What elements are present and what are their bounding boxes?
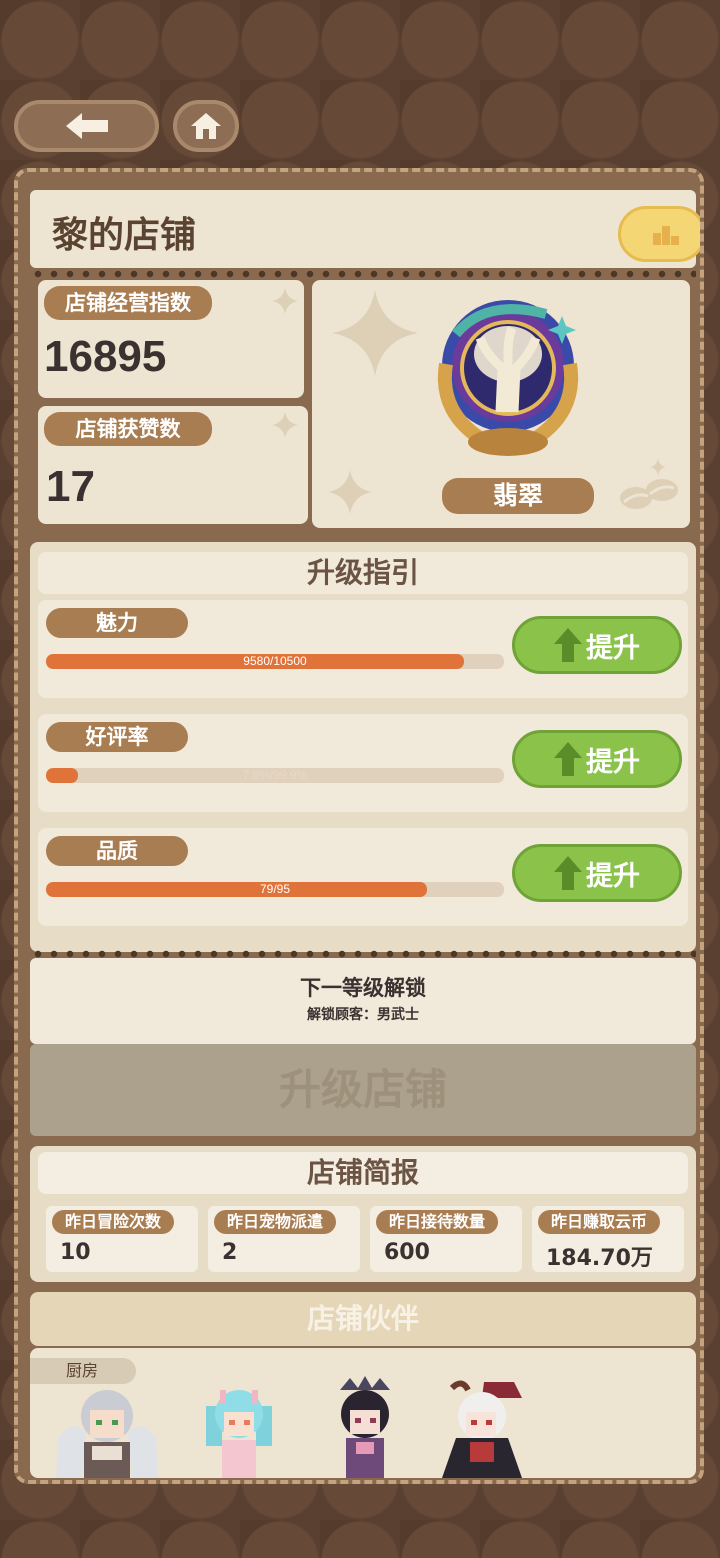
report-title: 店铺简报 [38,1152,688,1194]
horned-red-cape-girl-icon [442,1380,522,1478]
charm-upgrade-label: 提升 [586,632,640,664]
partner-avatar[interactable] [422,1368,532,1478]
likes-card: 店铺获赞数 17 [38,406,308,524]
charm-label: 魅力 [46,608,188,638]
partner-avatar[interactable] [310,1368,420,1478]
home-button[interactable] [173,100,239,152]
quality-progress-text: 79/95 [259,882,291,896]
sparkle-icon [272,288,298,314]
upgrade-guide-title: 升级指引 [38,552,688,594]
charm-progress-bar: 9580/10500 [46,654,504,669]
partners-list: 厨房 [30,1348,696,1478]
report-value: 10 [60,1240,91,1265]
arrow-up-icon [554,856,582,890]
report-value: 184.70万 [546,1246,653,1271]
rating-progress-bar: 7.0%/99.9% [46,768,504,783]
report-value: 2 [222,1240,238,1265]
quality-progress-bar: 79/95 [46,882,504,897]
emerald-badge-icon [437,300,579,456]
dotted-divider [30,950,696,958]
operating-index-value: 16895 [44,332,167,381]
dark-hair-crowned-girl-icon [340,1376,390,1478]
dotted-divider [30,270,696,278]
likes-value: 17 [46,462,95,511]
report-label: 昨日宠物派遣 [214,1210,336,1234]
report-card-reception: 昨日接待数量 600 [370,1206,522,1272]
charm-progress-text: 9580/10500 [243,654,307,668]
home-icon [191,113,221,139]
header-bar: 黎的店铺 [30,190,700,268]
sparkle-icon [272,412,298,438]
operating-index-label: 店铺经营指数 [44,286,212,320]
arrow-up-icon [554,628,582,662]
operating-index-card: 店铺经营指数 16895 [38,280,304,398]
sparkle-icon [328,470,372,514]
quality-upgrade-label: 提升 [586,860,640,892]
coffee-beans-icon [620,458,678,509]
report-value: 600 [384,1240,430,1265]
badge-name: 翡翠 [442,478,594,514]
guide-row-charm: 魅力 9580/10500 提升 [38,600,688,698]
back-button[interactable] [14,100,159,152]
partners-title: 店铺伙伴 [30,1292,696,1346]
shop-badge-card[interactable]: 翡翠 [312,280,690,528]
page-title: 黎的店铺 [52,215,197,256]
partner-avatar[interactable] [184,1368,294,1478]
rating-label: 好评率 [46,722,188,752]
unlock-title: 下一等级解锁 [300,976,426,1000]
podium-icon [653,226,679,245]
arrow-up-icon [554,742,582,776]
guide-row-quality: 品质 79/95 提升 [38,828,688,926]
quality-label: 品质 [46,836,188,866]
report-card-pet-dispatch: 昨日宠物派遣 2 [208,1206,360,1272]
rank-button[interactable] [618,206,700,262]
rating-progress-text: 7.0%/99.9% [242,768,308,782]
quality-upgrade-button[interactable]: 提升 [512,844,682,902]
partner-avatar[interactable] [52,1368,162,1478]
arrow-left-icon [65,113,108,139]
report-label: 昨日赚取云币 [538,1210,660,1234]
upgrade-guide-section: 升级指引 魅力 9580/10500 提升 好评率 7.0%/99.9% 提升 [30,542,696,952]
report-label: 昨日冒险次数 [52,1210,174,1234]
shop-panel: 黎的店铺 店铺经营指数 16895 店铺获赞数 17 翡翠 升级指引 魅力 95… [14,168,704,1484]
rating-upgrade-label: 提升 [586,746,640,778]
next-level-unlock: 下一等级解锁 解锁顾客：男武士 [30,958,696,1044]
charm-upgrade-button[interactable]: 提升 [512,616,682,674]
likes-label: 店铺获赞数 [44,412,212,446]
sparkle-icon [332,290,418,376]
report-card-adventures: 昨日冒险次数 10 [46,1206,198,1272]
shop-report-section: 店铺简报 昨日冒险次数 10 昨日宠物派遣 2 昨日接待数量 600 昨日赚取云… [30,1146,696,1282]
report-label: 昨日接待数量 [376,1210,498,1234]
blue-twintail-girl-icon [206,1390,272,1478]
rating-upgrade-button[interactable]: 提升 [512,730,682,788]
white-haired-elf-icon [56,1390,158,1478]
upgrade-shop-button[interactable]: 升级店铺 [30,1044,696,1136]
unlock-detail: 解锁顾客：男武士 [307,1007,419,1023]
report-card-coins: 昨日赚取云币 184.70万 [532,1206,684,1272]
guide-row-rating: 好评率 7.0%/99.9% 提升 [38,714,688,812]
